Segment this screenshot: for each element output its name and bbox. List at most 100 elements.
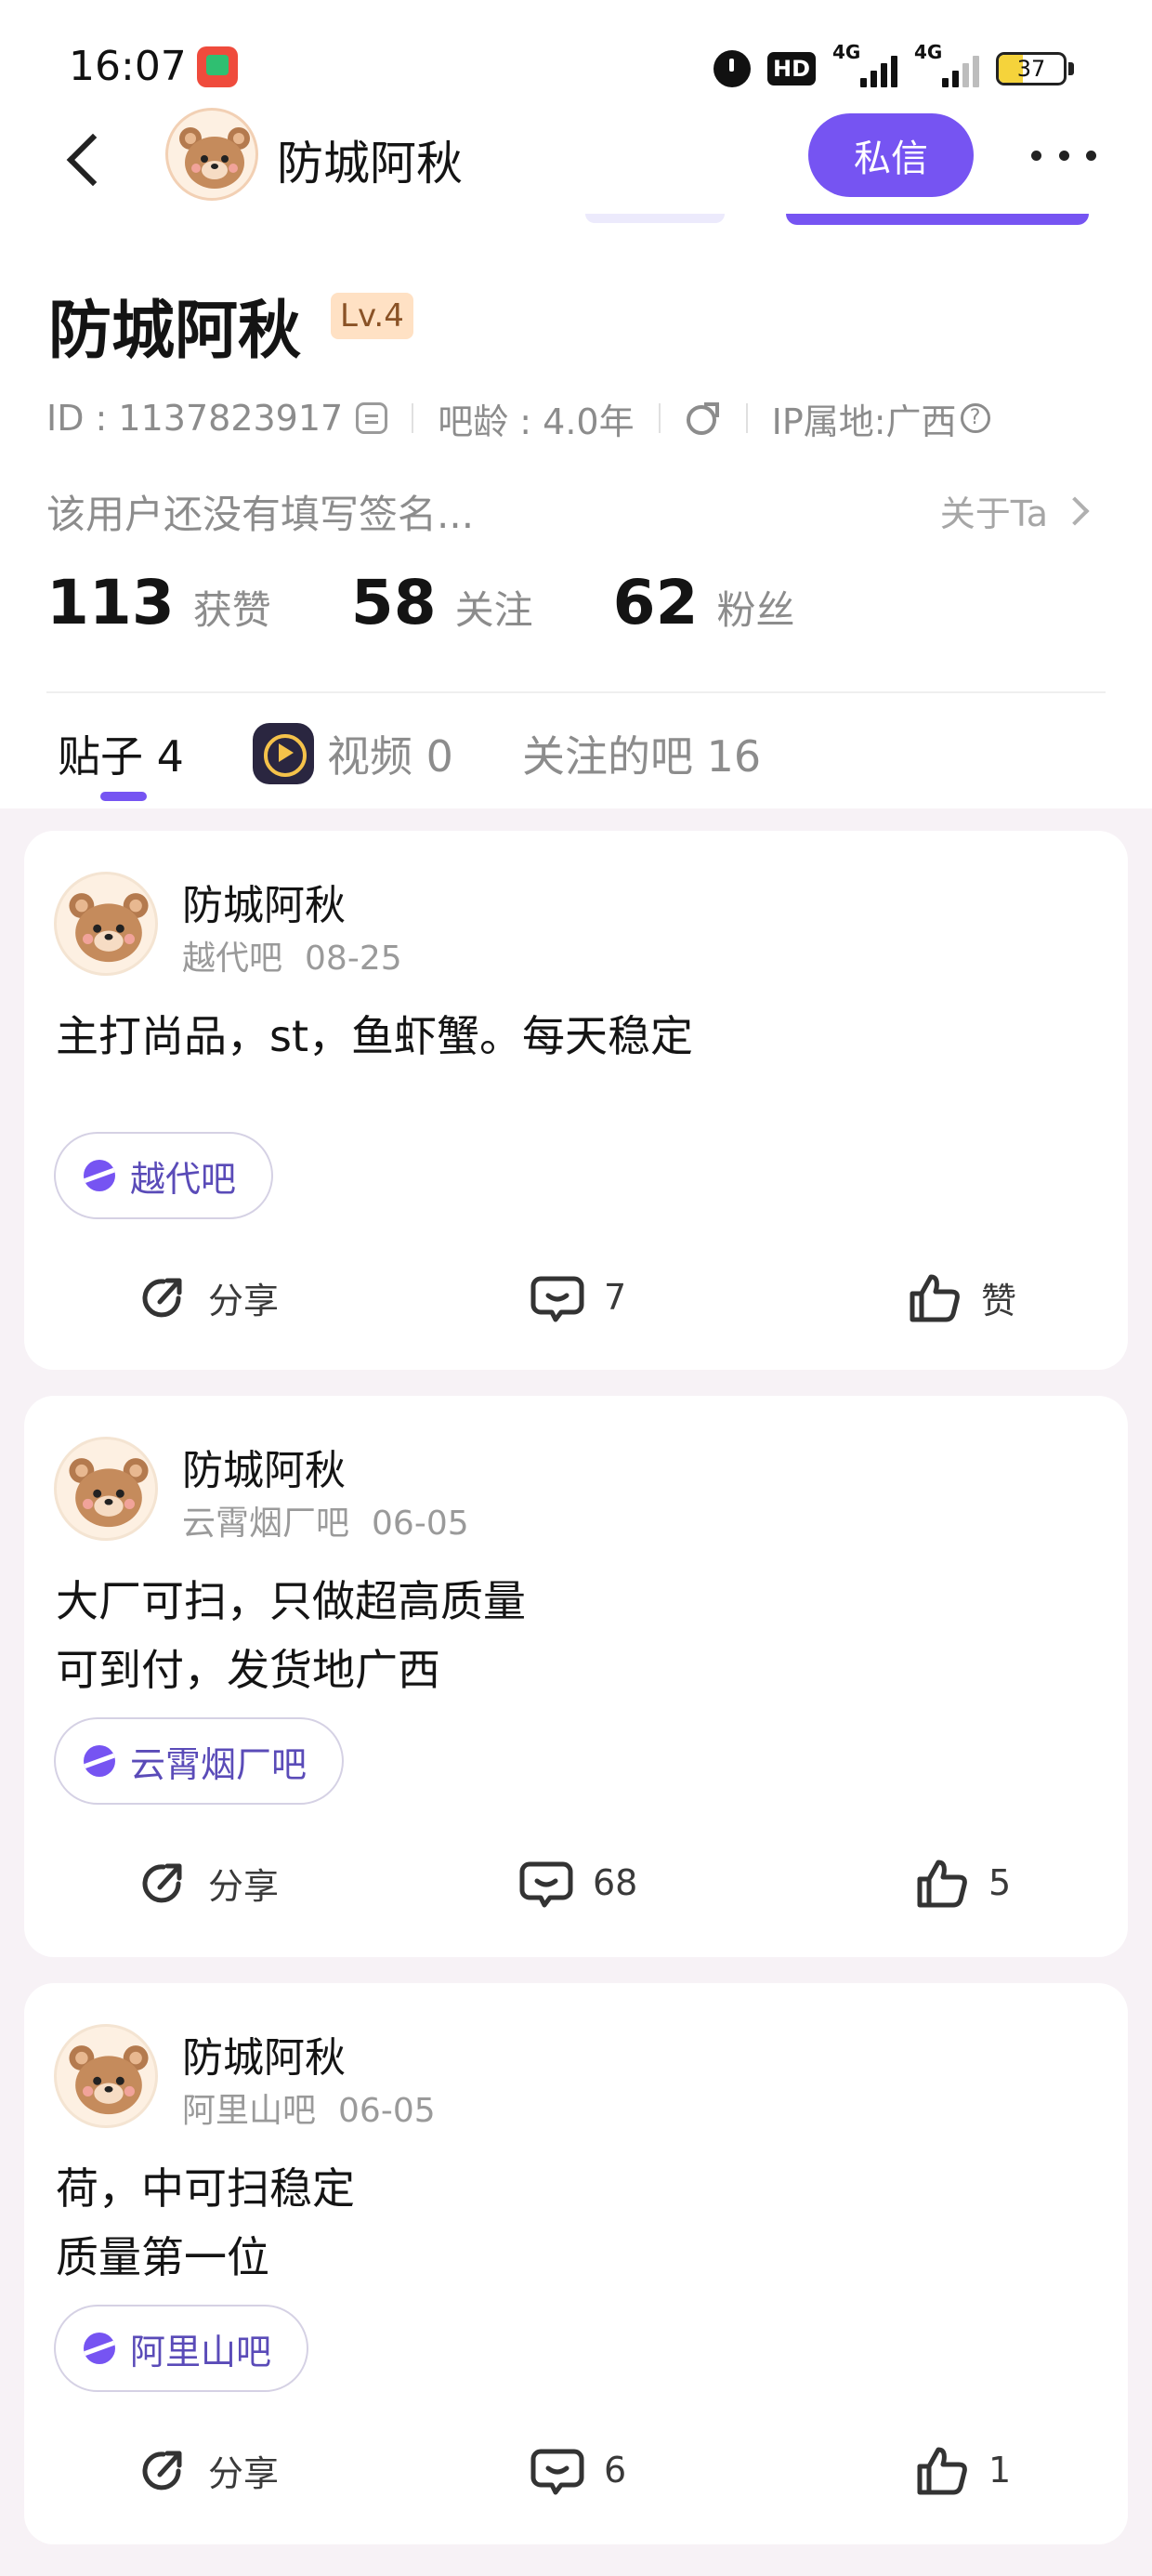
post-card[interactable]: 防城阿秋 云霄烟厂吧 06-05 大厂可扫，只做超高质量 可到付，发货地广西 云霄…: [24, 1396, 1128, 1957]
profile-tabs: 贴子 4 视频 0 关注的吧 16: [0, 706, 1152, 808]
post-meta: 云霄烟厂吧 06-05: [182, 1496, 469, 1544]
comment-button[interactable]: 7: [530, 1260, 626, 1334]
tab-videos-label: 视频 0: [327, 731, 453, 782]
share-button[interactable]: 分享: [136, 1260, 279, 1334]
bear-avatar-icon: [69, 1458, 149, 1528]
post-card[interactable]: 防城阿秋 阿里山吧 06-05 荷，中可扫稳定 质量第一位 阿里山吧 分享 6 1: [24, 1983, 1128, 2544]
post-forum: 越代吧: [182, 940, 283, 978]
post-content[interactable]: 主打尚品，st，鱼虾蟹。每天稳定: [56, 1002, 693, 1071]
like-count: 赞: [981, 1280, 1017, 1321]
signal-icon-2: 4G: [914, 41, 979, 87]
post-date: 08-25: [305, 940, 402, 978]
stat-following[interactable]: 58 关注: [351, 567, 533, 638]
post-line: 可到付，发货地广西: [56, 1645, 440, 1695]
back-button[interactable]: [58, 126, 117, 191]
header-decoration-accent: [786, 214, 1089, 225]
bear-avatar-icon: [69, 893, 149, 963]
post-date: 06-05: [372, 1505, 469, 1543]
bar-age: 吧龄 : 4.0年: [438, 401, 635, 442]
post-author[interactable]: 防城阿秋: [182, 872, 346, 931]
avatar[interactable]: [54, 2024, 158, 2128]
avatar[interactable]: [54, 1437, 158, 1541]
forum-tag-label: 越代吧: [130, 1158, 237, 1200]
more-options-button[interactable]: [1031, 141, 1096, 169]
post-actions: 分享 7 赞: [24, 1260, 1128, 1334]
share-button[interactable]: 分享: [136, 2433, 279, 2507]
post-author[interactable]: 防城阿秋: [182, 1437, 346, 1496]
video-play-icon: [253, 723, 314, 784]
post-content[interactable]: 荷，中可扫稳定 质量第一位: [56, 2154, 355, 2292]
post-forum: 阿里山吧: [182, 2092, 317, 2130]
about-link[interactable]: 关于Ta: [940, 485, 1090, 536]
level-badge[interactable]: Lv.4: [331, 293, 413, 339]
like-button[interactable]: 赞: [907, 1260, 1016, 1334]
post-card[interactable]: 防城阿秋 越代吧 08-25 主打尚品，st，鱼虾蟹。每天稳定 越代吧 分享 7 …: [24, 831, 1128, 1370]
share-icon: [142, 2451, 182, 2491]
battery-icon: 37: [996, 52, 1067, 85]
post-actions: 分享 6 1: [24, 2433, 1128, 2507]
share-label: 分享: [208, 2452, 280, 2494]
planet-icon: [84, 1745, 115, 1777]
post-line: 荷，中可扫稳定: [56, 2163, 355, 2214]
divider: [658, 403, 661, 433]
post-line: 主打尚品，st，鱼虾蟹。每天稳定: [56, 1011, 694, 1061]
planet-icon: [84, 2333, 115, 2364]
bear-avatar-icon: [179, 127, 250, 189]
top-nav: 防城阿秋 私信: [0, 104, 1152, 225]
avatar[interactable]: [54, 872, 158, 976]
stat-likes[interactable]: 113 获赞: [46, 567, 271, 638]
share-label: 分享: [208, 1280, 280, 1321]
tab-videos[interactable]: 视频 0: [253, 723, 453, 784]
stat-label: 关注: [454, 587, 533, 633]
stats-row: 113 获赞 58 关注 62 粉丝: [46, 567, 875, 651]
post-content[interactable]: 大厂可扫，只做超高质量 可到付，发货地广西: [56, 1567, 526, 1704]
avatar[interactable]: [165, 108, 258, 201]
post-line: 质量第一位: [56, 2232, 269, 2282]
profile-name: 防城阿秋: [48, 295, 302, 368]
post-author[interactable]: 防城阿秋: [182, 2024, 346, 2083]
share-button[interactable]: 分享: [136, 1846, 279, 1920]
message-button[interactable]: 私信: [808, 113, 974, 197]
stat-fans[interactable]: 62 粉丝: [613, 567, 795, 638]
post-forum: 云霄烟厂吧: [182, 1505, 350, 1543]
bear-avatar-icon: [69, 2045, 149, 2115]
comment-icon: [530, 2449, 584, 2495]
chevron-right-icon: [1060, 495, 1090, 526]
section-divider: [46, 691, 1106, 693]
share-label: 分享: [208, 1865, 280, 1907]
more-dot-icon: [1031, 150, 1041, 161]
divider: [745, 403, 748, 433]
battery-level: 37: [1016, 56, 1046, 82]
copy-icon[interactable]: [356, 402, 388, 434]
thumbs-up-icon: [917, 2447, 967, 2495]
tab-followed-forums[interactable]: 关注的吧 16: [522, 723, 761, 784]
male-gender-icon: [685, 400, 722, 437]
battery-tip: [1068, 62, 1074, 75]
thumbs-up-icon: [917, 1860, 967, 1908]
tab-posts[interactable]: 贴子 4: [58, 723, 184, 784]
status-bar: 16:07 HD 4G 4G 37: [0, 0, 1152, 104]
forum-tag[interactable]: 云霄烟厂吧: [54, 1717, 345, 1805]
like-count: 1: [988, 2450, 1012, 2491]
forum-tag-label: 阿里山吧: [130, 2331, 272, 2372]
post-meta: 越代吧 08-25: [182, 931, 402, 979]
comment-button[interactable]: 68: [518, 1846, 637, 1920]
post-actions: 分享 68 5: [24, 1846, 1128, 1920]
like-button[interactable]: 1: [914, 2433, 1011, 2507]
stat-number: 62: [612, 567, 699, 638]
tab-active-indicator: [100, 792, 147, 801]
planet-icon: [84, 1160, 115, 1191]
forum-tag[interactable]: 阿里山吧: [54, 2305, 309, 2392]
like-button[interactable]: 5: [914, 1846, 1011, 1920]
help-icon[interactable]: ?: [960, 403, 990, 433]
stat-number: 113: [46, 567, 175, 638]
stat-label: 粉丝: [716, 587, 795, 633]
ip-location: IP属地:广西: [771, 401, 957, 442]
user-id: ID : 1137823917: [46, 398, 344, 439]
app-notification-icon: [197, 46, 238, 87]
forum-tag[interactable]: 越代吧: [54, 1132, 274, 1219]
post-line: 大厂可扫，只做超高质量: [56, 1576, 526, 1626]
comment-button[interactable]: 6: [530, 2433, 626, 2507]
share-icon: [142, 1278, 182, 1318]
stat-label: 获赞: [192, 587, 271, 633]
